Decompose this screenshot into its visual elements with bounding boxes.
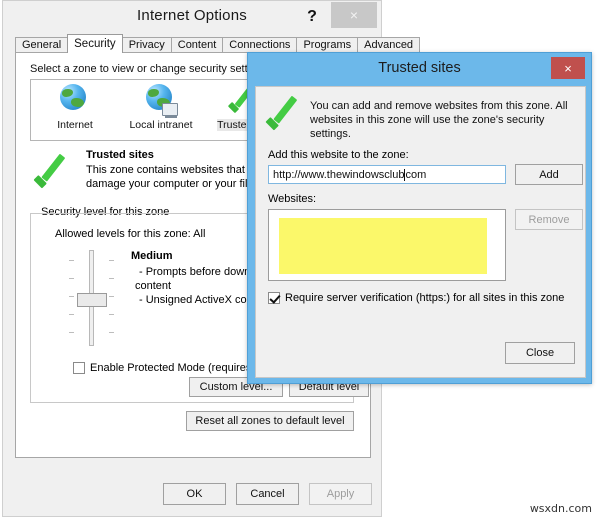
reset-all-zones-button[interactable]: Reset all zones to default level — [186, 411, 354, 431]
url-text-after-caret: com — [405, 168, 427, 181]
security-level-slider[interactable] — [63, 250, 119, 346]
tab-general[interactable]: General — [15, 37, 69, 53]
close-icon[interactable]: × — [551, 57, 585, 79]
tab-content[interactable]: Content — [170, 37, 224, 53]
tab-privacy[interactable]: Privacy — [121, 37, 172, 53]
highlight-annotation — [279, 218, 487, 274]
zone-prompt-label: Select a zone to view or change security… — [30, 63, 263, 75]
checkbox-box — [268, 292, 280, 304]
add-website-label: Add this website to the zone: — [268, 149, 409, 161]
trusted-sites-body: You can add and remove websites from thi… — [255, 86, 586, 378]
watermark: wsxdn.com — [529, 502, 592, 515]
trusted-sites-titlebar: Trusted sites × — [248, 53, 591, 86]
require-server-verification-label: Require server verification (https:) for… — [285, 292, 565, 304]
url-text-before-caret: http://www.thewindowsclub — [273, 168, 405, 181]
zone-item-local-intranet[interactable]: Local intranet — [119, 84, 203, 138]
slider-thumb[interactable] — [77, 293, 107, 307]
zone-item-internet[interactable]: Internet — [33, 84, 117, 138]
help-button[interactable]: ? — [299, 4, 325, 30]
info-banner: You can add and remove websites from thi… — [264, 95, 580, 140]
cancel-button[interactable]: Cancel — [236, 483, 299, 505]
apply-button: Apply — [309, 483, 372, 505]
remove-button: Remove — [515, 209, 583, 230]
tab-advanced[interactable]: Advanced — [357, 37, 421, 53]
allowed-levels-text: Allowed levels for this zone: All — [55, 228, 206, 240]
trusted-sites-title: Trusted sites — [378, 60, 461, 76]
security-level-name: Medium — [131, 250, 173, 262]
green-check-icon — [36, 155, 70, 189]
tab-connections[interactable]: Connections — [222, 37, 298, 53]
zone-label-internet: Internet — [57, 119, 93, 131]
require-server-verification-checkbox[interactable]: Require server verification (https:) for… — [268, 292, 564, 304]
tab-security[interactable]: Security — [67, 34, 123, 53]
ok-button[interactable]: OK — [163, 483, 226, 505]
close-icon[interactable]: × — [331, 2, 377, 28]
add-button[interactable]: Add — [515, 164, 583, 185]
zone-description-title: Trusted sites — [86, 149, 154, 161]
close-button[interactable]: Close — [505, 342, 575, 364]
green-check-icon — [268, 97, 302, 131]
tab-programs[interactable]: Programs — [296, 37, 359, 53]
info-banner-text: You can add and remove websites from thi… — [310, 100, 568, 140]
globe-icon — [58, 84, 92, 116]
checkbox-box — [73, 362, 85, 374]
website-url-input[interactable]: http://www.thewindowsclub com — [268, 165, 506, 184]
tab-strip: General Security Privacy Content Connect… — [15, 34, 421, 53]
zone-label-local-intranet: Local intranet — [129, 119, 193, 131]
websites-list[interactable] — [268, 209, 506, 281]
globe-monitor-icon — [144, 84, 178, 118]
trusted-sites-dialog: Trusted sites × You can add and remove w… — [247, 52, 592, 384]
security-level-bullet-2: content — [135, 280, 172, 292]
websites-label: Websites: — [268, 193, 317, 205]
internet-options-titlebar: Internet Options ? × — [3, 1, 381, 34]
